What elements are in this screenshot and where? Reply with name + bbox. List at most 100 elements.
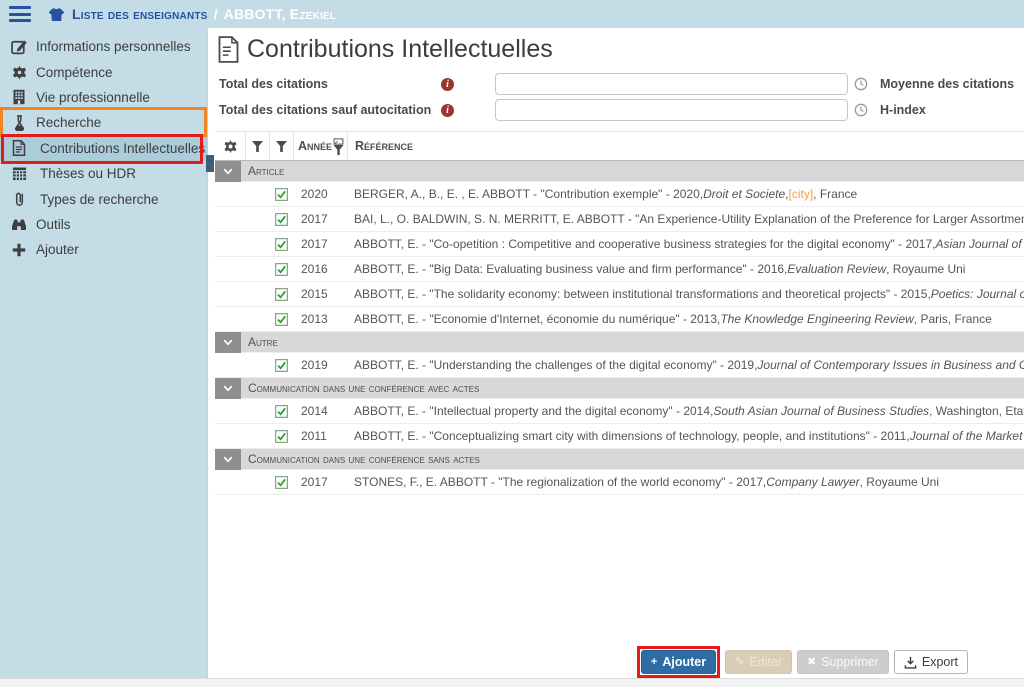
collapse-group-button[interactable] <box>215 449 241 470</box>
field-right-label: H-index <box>880 103 926 117</box>
total-citations-sauf-autocitation-input[interactable] <box>495 99 848 121</box>
reference-column-header[interactable]: Référence <box>355 139 413 153</box>
splitter-collapse-handle[interactable] <box>206 155 214 172</box>
grid-footer-toolbar: +Ajouter ✎Editer ✖Supprimer Export <box>208 646 1024 678</box>
year-filter-icon[interactable] <box>333 138 344 155</box>
year-cell: 2017 <box>293 470 347 494</box>
form-row-total-citations: Total des citations i Moyenne des citati… <box>219 71 1024 97</box>
breadcrumb-root-link[interactable]: Liste des enseignants <box>72 6 208 22</box>
sidebar-item-recherche[interactable]: Recherche <box>0 110 207 135</box>
paperclip-icon <box>9 191 29 207</box>
table-row[interactable]: 2020BERGER, A., B., E. , E. ABBOTT - "Co… <box>215 182 1024 207</box>
main-content: Contributions Intellectuelles Total des … <box>207 28 1024 678</box>
users-icon <box>48 7 65 22</box>
collapse-group-button[interactable] <box>215 161 241 182</box>
checkbox-checked-icon[interactable] <box>275 238 288 251</box>
sidebar-item-outils[interactable]: Outils <box>0 212 207 237</box>
table-row[interactable]: 2011ABBOTT, E. - "Conceptualizing smart … <box>215 424 1024 449</box>
history-icon[interactable] <box>854 77 868 91</box>
grid-header: Année Référence <box>215 132 1024 161</box>
table-row[interactable]: 2017BAI, L., O. BALDWIN, S. N. MERRITT, … <box>215 207 1024 232</box>
year-cell: 2020 <box>293 182 347 206</box>
grid-body: Article 2020BERGER, A., B., E. , E. ABBOT… <box>215 161 1024 495</box>
plus-icon: + <box>651 657 657 668</box>
binoculars-icon <box>9 217 29 231</box>
table-row[interactable]: 2016ABBOTT, E. - "Big Data: Evaluating b… <box>215 257 1024 282</box>
edit-button: ✎Editer <box>725 650 792 674</box>
group-header: Autre <box>215 332 1024 353</box>
reference-cell: ABBOTT, E. - "The solidarity economy: be… <box>347 282 1024 306</box>
group-header: Article <box>215 161 1024 182</box>
sidebar-item-label: Contributions Intellectuelles <box>40 141 205 156</box>
reference-cell: ABBOTT, E. - "Co-opetition : Competitive… <box>347 232 1024 256</box>
table-row[interactable]: 2013ABBOTT, E. - "Economie d'Internet, é… <box>215 307 1024 332</box>
hamburger-icon[interactable] <box>9 6 31 22</box>
table-row[interactable]: 2017STONES, F., E. ABBOTT - "The regiona… <box>215 470 1024 495</box>
collapse-group-button[interactable] <box>215 378 241 399</box>
history-icon[interactable] <box>854 103 868 117</box>
document-icon <box>9 140 29 156</box>
sidebar-item-label: Outils <box>36 217 71 232</box>
table-row[interactable]: 2014ABBOTT, E. - "Intellectual property … <box>215 399 1024 424</box>
pencil-icon: ✎ <box>735 657 744 668</box>
table-row[interactable]: 2019ABBOTT, E. - "Understanding the chal… <box>215 353 1024 378</box>
citations-form: Total des citations i Moyenne des citati… <box>208 67 1024 123</box>
contributions-grid: Année Référence Article 2020BERGER, A., B… <box>215 131 1024 495</box>
reference-cell: ABBOTT, E. - "Understanding the challeng… <box>347 353 1024 377</box>
field-label: Total des citations sauf autocitation <box>219 103 441 117</box>
checkbox-checked-icon[interactable] <box>275 263 288 276</box>
filter-icon[interactable] <box>276 141 287 152</box>
checkbox-checked-icon[interactable] <box>275 288 288 301</box>
annotation-red-ajouter: +Ajouter <box>637 646 720 678</box>
year-column-header[interactable]: Année <box>298 139 332 153</box>
add-button[interactable]: +Ajouter <box>641 650 716 674</box>
year-cell: 2013 <box>293 307 347 331</box>
reference-cell: ABBOTT, E. - "Big Data: Evaluating busin… <box>347 257 1024 281</box>
bottom-strip <box>0 678 1024 687</box>
checkbox-checked-icon[interactable] <box>275 313 288 326</box>
sidebar-item-contributions-intellectuelles[interactable]: Contributions Intellectuelles <box>0 136 207 161</box>
field-right-label: Moyenne des citations <box>880 77 1014 91</box>
reference-cell: BAI, L., O. BALDWIN, S. N. MERRITT, E. A… <box>347 207 1024 231</box>
table-row[interactable]: 2015ABBOTT, E. - "The solidarity economy… <box>215 282 1024 307</box>
sidebar-item-theses-ou-hdr[interactable]: Thèses ou HDR <box>0 161 207 186</box>
sidebar-item-informations-personnelles[interactable]: Informations personnelles <box>0 34 207 59</box>
collapse-group-button[interactable] <box>215 332 241 353</box>
sidebar-item-vie-professionnelle[interactable]: Vie professionnelle <box>0 85 207 110</box>
checkbox-checked-icon[interactable] <box>275 213 288 226</box>
table-row[interactable]: 2017ABBOTT, E. - "Co-opetition : Competi… <box>215 232 1024 257</box>
column-settings-gear-icon[interactable] <box>223 139 238 154</box>
checkbox-checked-icon[interactable] <box>275 476 288 489</box>
filter-icon[interactable] <box>252 141 263 152</box>
checkbox-checked-icon[interactable] <box>275 359 288 372</box>
sidebar-item-label: Recherche <box>36 115 101 130</box>
sidebar: Informations personnellesCompétenceVie p… <box>0 28 207 678</box>
group-label: Communication dans une conférence avec a… <box>248 381 479 395</box>
page-title: Contributions Intellectuelles <box>208 28 1024 67</box>
group-label: Article <box>248 164 284 178</box>
delete-button: ✖Supprimer <box>797 650 889 674</box>
edit-icon <box>9 38 29 55</box>
form-row-total-citations-sauf-autocitation: Total des citations sauf autocitation i … <box>219 97 1024 123</box>
page-title-text: Contributions Intellectuelles <box>247 35 553 64</box>
info-icon: i <box>441 78 454 91</box>
topbar: Liste des enseignants / ABBOTT, Ezekiel <box>0 0 1024 28</box>
field-label: Total des citations <box>219 77 441 91</box>
checkbox-checked-icon[interactable] <box>275 430 288 443</box>
sidebar-item-ajouter[interactable]: Ajouter <box>0 237 207 262</box>
document-icon <box>217 36 240 63</box>
calendar-icon <box>9 166 29 181</box>
year-cell: 2016 <box>293 257 347 281</box>
checkbox-checked-icon[interactable] <box>275 405 288 418</box>
group-label: Communication dans une conférence sans a… <box>248 452 480 466</box>
flask-icon <box>9 115 29 131</box>
sidebar-item-label: Ajouter <box>36 242 79 257</box>
sidebar-item-types-de-recherche[interactable]: Types de recherche <box>0 186 207 211</box>
year-cell: 2019 <box>293 353 347 377</box>
reference-cell: BERGER, A., B., E. , E. ABBOTT - "Contri… <box>347 182 1024 206</box>
checkbox-checked-icon[interactable] <box>275 188 288 201</box>
total-citations-input[interactable] <box>495 73 848 95</box>
x-icon: ✖ <box>807 657 816 668</box>
export-button[interactable]: Export <box>894 650 968 674</box>
sidebar-item-competence[interactable]: Compétence <box>0 59 207 84</box>
